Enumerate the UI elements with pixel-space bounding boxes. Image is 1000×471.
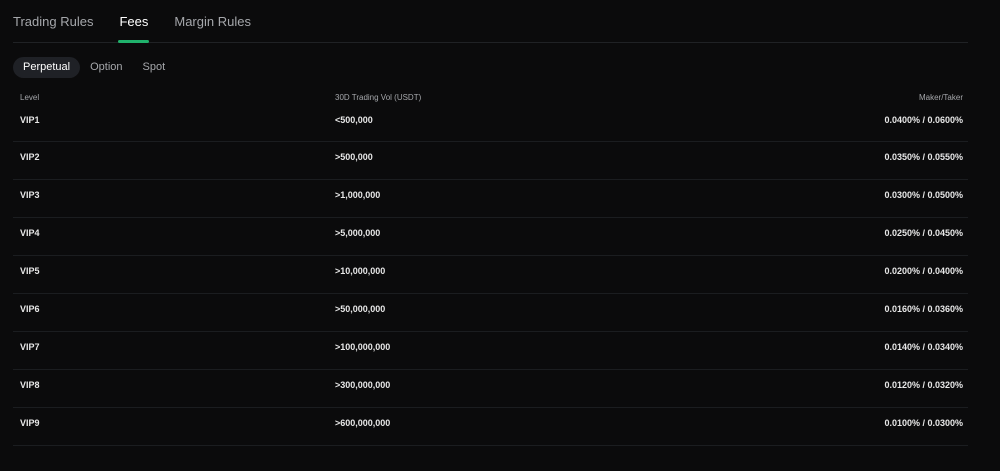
table-row: VIP4 >5,000,000 0.0250% / 0.0450% — [13, 218, 968, 256]
cell-volume: >5,000,000 — [335, 228, 381, 238]
cell-level: VIP5 — [20, 266, 40, 276]
product-type-switcher: Perpetual Option Spot — [13, 57, 175, 78]
table-row: VIP7 >100,000,000 0.0140% / 0.0340% — [13, 332, 968, 370]
tab-fees[interactable]: Fees — [118, 0, 150, 43]
table-row: VIP6 >50,000,000 0.0160% / 0.0360% — [13, 294, 968, 332]
subtab-spot[interactable]: Spot — [133, 57, 176, 78]
table-row: VIP5 >10,000,000 0.0200% / 0.0400% — [13, 256, 968, 294]
table-row: VIP1 <500,000 0.0400% / 0.0600% — [13, 108, 968, 142]
tab-trading-rules[interactable]: Trading Rules — [13, 0, 93, 42]
cell-fees: 0.0200% / 0.0400% — [884, 266, 963, 276]
header-maker-taker: Maker/Taker — [918, 93, 963, 102]
cell-level: VIP4 — [20, 228, 40, 238]
cell-fees: 0.0300% / 0.0500% — [884, 190, 963, 200]
cell-level: VIP9 — [20, 418, 40, 428]
fees-page: Trading Rules Fees Margin Rules Perpetua… — [0, 0, 1000, 471]
cell-level: VIP2 — [20, 152, 40, 162]
cell-level: VIP1 — [20, 115, 40, 125]
cell-volume: >50,000,000 — [335, 304, 386, 314]
rules-tab-bar: Trading Rules Fees Margin Rules — [13, 0, 968, 43]
cell-fees: 0.0140% / 0.0340% — [884, 342, 963, 352]
table-row: VIP8 >300,000,000 0.0120% / 0.0320% — [13, 370, 968, 408]
cell-level: VIP8 — [20, 380, 40, 390]
table-header: Level 30D Trading Vol (USDT) Maker/Taker — [13, 86, 968, 108]
cell-volume: >100,000,000 — [335, 342, 391, 352]
cell-volume: >500,000 — [335, 152, 373, 162]
cell-fees: 0.0250% / 0.0450% — [884, 228, 963, 238]
cell-fees: 0.0120% / 0.0320% — [884, 380, 963, 390]
cell-volume: >10,000,000 — [335, 266, 386, 276]
cell-fees: 0.0350% / 0.0550% — [884, 152, 963, 162]
cell-fees: 0.0160% / 0.0360% — [884, 304, 963, 314]
fee-tier-table: Level 30D Trading Vol (USDT) Maker/Taker… — [13, 86, 968, 446]
header-level: Level — [20, 93, 40, 102]
cell-fees: 0.0400% / 0.0600% — [884, 115, 963, 125]
cell-volume: >1,000,000 — [335, 190, 381, 200]
cell-volume: <500,000 — [335, 115, 373, 125]
table-row: VIP2 >500,000 0.0350% / 0.0550% — [13, 142, 968, 180]
cell-level: VIP6 — [20, 304, 40, 314]
tab-margin-rules[interactable]: Margin Rules — [174, 0, 251, 42]
cell-fees: 0.0100% / 0.0300% — [884, 418, 963, 428]
table-row: VIP3 >1,000,000 0.0300% / 0.0500% — [13, 180, 968, 218]
subtab-option[interactable]: Option — [80, 57, 132, 78]
header-trading-volume: 30D Trading Vol (USDT) — [335, 93, 422, 102]
cell-level: VIP3 — [20, 190, 40, 200]
cell-volume: >300,000,000 — [335, 380, 391, 390]
subtab-perpetual[interactable]: Perpetual — [13, 57, 81, 78]
table-row: VIP9 >600,000,000 0.0100% / 0.0300% — [13, 408, 968, 446]
cell-volume: >600,000,000 — [335, 418, 391, 428]
cell-level: VIP7 — [20, 342, 40, 352]
